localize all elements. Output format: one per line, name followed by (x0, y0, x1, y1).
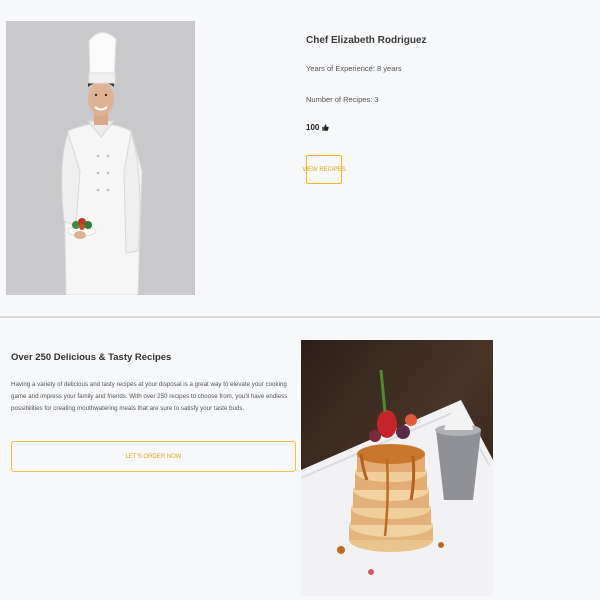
thumbs-up-icon[interactable] (322, 124, 330, 131)
chef-likes: 100 (306, 123, 330, 132)
pancake-illustration (301, 340, 493, 596)
recipes-title: Over 250 Delicious & Tasty Recipes (11, 352, 172, 363)
chef-photo (6, 21, 195, 295)
chef-name: Chef Elizabeth Rodriguez (306, 35, 427, 46)
like-count: 100 (306, 123, 320, 132)
chef-recipe-count: Number of Recipes: 3 (306, 95, 379, 104)
recipes-section: Over 250 Delicious & Tasty Recipes Havin… (0, 318, 600, 600)
chef-illustration (6, 21, 195, 295)
recipes-description: Having a variety of delicious and tasty … (11, 381, 288, 412)
view-recipes-button[interactable]: VIEW RECIPES (302, 155, 346, 184)
chef-experience: Years of Experience: 8 years (306, 64, 402, 73)
pancake-photo (301, 340, 493, 596)
order-now-button[interactable]: LET'S ORDER NOW (11, 441, 296, 472)
chef-profile-section: Chef Elizabeth Rodriguez Years of Experi… (0, 0, 600, 316)
page: Chef Elizabeth Rodriguez Years of Experi… (0, 0, 600, 600)
